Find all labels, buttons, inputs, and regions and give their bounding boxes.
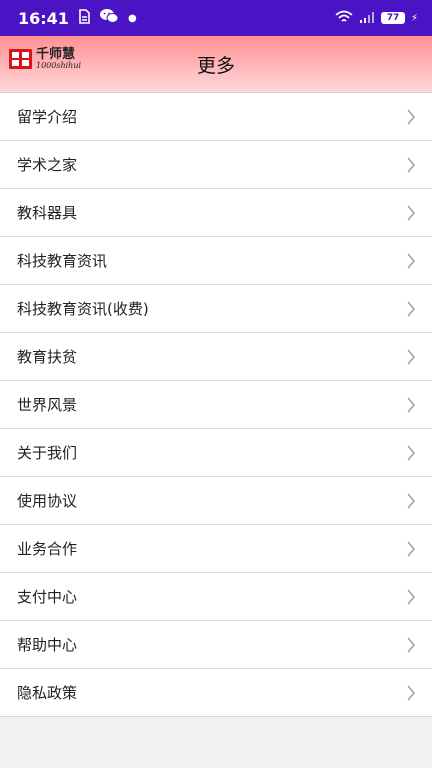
- menu-item-label: 世界风景: [17, 396, 78, 414]
- menu-item-label: 使用协议: [17, 492, 78, 510]
- menu-item-label: 隐私政策: [17, 684, 78, 702]
- menu-item[interactable]: 帮助中心: [0, 621, 432, 669]
- menu-item[interactable]: 留学介绍: [0, 93, 432, 141]
- menu-item-label: 留学介绍: [17, 108, 78, 126]
- signal-icon: [359, 9, 375, 28]
- menu-item[interactable]: 科技教育资讯(收费): [0, 285, 432, 333]
- logo-mark-icon: [9, 49, 32, 69]
- menu-item[interactable]: 关于我们: [0, 429, 432, 477]
- charging-icon: ⚡: [410, 12, 418, 24]
- menu-item-label: 支付中心: [17, 588, 78, 606]
- menu-item-label: 教育扶贫: [17, 348, 78, 366]
- chevron-right-icon: [407, 109, 415, 124]
- menu-item[interactable]: 世界风景: [0, 381, 432, 429]
- menu-item-label: 教科器具: [17, 204, 78, 222]
- menu-item-label: 学术之家: [17, 156, 78, 174]
- menu-item-label: 关于我们: [17, 444, 78, 462]
- chevron-right-icon: [407, 589, 415, 604]
- wifi-icon: [335, 9, 353, 28]
- status-right: 77 ⚡: [335, 9, 418, 28]
- chevron-right-icon: [407, 301, 415, 316]
- chevron-right-icon: [407, 493, 415, 508]
- chevron-right-icon: [407, 157, 415, 172]
- logo-en: 1000shihui: [36, 61, 82, 70]
- notification-dot-icon: ●: [127, 12, 137, 24]
- menu-item[interactable]: 使用协议: [0, 477, 432, 525]
- menu-item-label: 业务合作: [17, 540, 78, 558]
- menu-item-label: 帮助中心: [17, 636, 78, 654]
- brand-logo[interactable]: 千师慧 1000shihui: [8, 48, 81, 70]
- chevron-right-icon: [407, 253, 415, 268]
- logo-cn: 千师慧: [36, 47, 76, 62]
- chevron-right-icon: [407, 397, 415, 412]
- menu-item[interactable]: 业务合作: [0, 525, 432, 573]
- chevron-right-icon: [407, 685, 415, 700]
- status-bar: 16:41 ● 77 ⚡: [0, 0, 432, 36]
- menu-item[interactable]: 教育扶贫: [0, 333, 432, 381]
- menu-item[interactable]: 支付中心: [0, 573, 432, 621]
- chevron-right-icon: [407, 349, 415, 364]
- wechat-icon: [99, 8, 119, 28]
- header-bar: 千师慧 1000shihui 更多: [0, 36, 432, 93]
- menu-item-label: 科技教育资讯(收费): [17, 300, 149, 318]
- chevron-right-icon: [407, 445, 415, 460]
- logo-text: 千师慧 1000shihui: [36, 48, 81, 70]
- chevron-right-icon: [407, 637, 415, 652]
- menu-item[interactable]: 科技教育资讯: [0, 237, 432, 285]
- menu-item[interactable]: 教科器具: [0, 189, 432, 237]
- status-time: 16:41: [18, 8, 69, 28]
- battery-icon: 77: [380, 12, 405, 24]
- menu-item-label: 科技教育资讯: [17, 252, 108, 270]
- menu-list: 留学介绍学术之家教科器具科技教育资讯科技教育资讯(收费) 教育扶贫世界风景关于我们…: [0, 93, 432, 717]
- chevron-right-icon: [407, 541, 415, 556]
- sim-icon: [78, 8, 90, 28]
- chevron-right-icon: [407, 205, 415, 220]
- page-title: 更多: [196, 54, 235, 77]
- menu-item[interactable]: 学术之家: [0, 141, 432, 189]
- status-left: 16:41 ●: [18, 8, 137, 28]
- menu-item[interactable]: 隐私政策: [0, 669, 432, 716]
